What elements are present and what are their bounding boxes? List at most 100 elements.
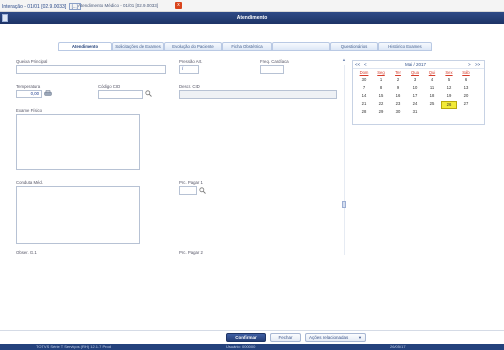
calendar-day[interactable]: 13 bbox=[458, 85, 474, 91]
tab-evolucao-paciente[interactable]: Evolução do Paciente bbox=[164, 42, 222, 51]
calendar-day[interactable]: 27 bbox=[458, 101, 474, 107]
calendar-day[interactable]: 21 bbox=[356, 101, 372, 107]
queixa-input[interactable] bbox=[16, 65, 166, 74]
calendar-day[interactable]: 16 bbox=[390, 93, 406, 99]
related-actions-dropdown[interactable]: Ações relacionadas ▼ bbox=[305, 333, 366, 342]
exame-textarea[interactable] bbox=[16, 114, 140, 170]
form-panel: Queixa Principal Pressão Art. / Freq. Ca… bbox=[14, 55, 338, 260]
calendar-day[interactable]: 23 bbox=[390, 101, 406, 107]
window-subtitle: Atendimento Médico - 01/01 [02.9.0033] bbox=[78, 3, 159, 8]
form-scrollbar[interactable]: ▲ bbox=[341, 55, 348, 260]
search-icon[interactable] bbox=[199, 187, 206, 196]
status-bar: TOTVS Série T Serviços (RH) 12.1.7 Prod … bbox=[0, 344, 504, 350]
calendar-day[interactable]: 8 bbox=[373, 85, 389, 91]
breadcrumb-text: Interação - 01/01 [02.9.0033] bbox=[2, 4, 67, 10]
calendar-day[interactable]: 31 bbox=[407, 109, 423, 115]
calendar-day[interactable]: 30 bbox=[356, 77, 372, 83]
calendar-day[interactable]: 1 bbox=[373, 77, 389, 83]
conduta-label: Conduta Méd. bbox=[16, 180, 43, 185]
close-icon[interactable]: x bbox=[175, 2, 182, 9]
cid-input[interactable] bbox=[98, 90, 143, 99]
calendar-header: << < Mai / 2017 > >> bbox=[353, 61, 484, 69]
calendar-weekday: Ter bbox=[395, 70, 401, 75]
calendar-day[interactable]: 9 bbox=[390, 85, 406, 91]
calendar-day[interactable]: 15 bbox=[373, 93, 389, 99]
queixa-label: Queixa Principal bbox=[16, 59, 48, 64]
footer-divider bbox=[0, 330, 504, 331]
close-button[interactable]: Fechar bbox=[270, 333, 301, 342]
calendar-weekday: Dom bbox=[359, 70, 369, 75]
status-user: Usuário: 000000 bbox=[226, 344, 256, 349]
temp-input[interactable]: 0,00 bbox=[16, 90, 42, 98]
desc-cid-input bbox=[179, 90, 337, 99]
tab-solicitacoes-exames[interactable]: Solicitações de Exames bbox=[112, 42, 164, 51]
calendar-day[interactable]: 20 bbox=[458, 93, 474, 99]
calendar-day[interactable]: 22 bbox=[373, 101, 389, 107]
tab-empty[interactable] bbox=[272, 42, 330, 51]
calendar-day[interactable]: 25 bbox=[424, 101, 440, 107]
calendar-day[interactable]: 3 bbox=[407, 77, 423, 83]
status-date: 26/05/17 bbox=[390, 344, 406, 349]
calendar-day[interactable]: 12 bbox=[441, 85, 457, 91]
pressao-label: Pressão Art. bbox=[179, 59, 203, 64]
conduta-textarea[interactable] bbox=[16, 186, 140, 244]
freq-label: Freq. Cardíaca bbox=[260, 59, 289, 64]
desc-cid-label: Descr. CID bbox=[179, 84, 200, 89]
calendar-day[interactable]: 11 bbox=[424, 85, 440, 91]
scrollbar-thumb[interactable] bbox=[342, 201, 346, 208]
calendar-day[interactable]: 6 bbox=[458, 77, 474, 83]
calendar-next-button[interactable]: > bbox=[468, 62, 471, 67]
calendar-day[interactable]: 18 bbox=[424, 93, 440, 99]
obs-label: Obser. G.1 bbox=[16, 250, 37, 255]
temp-value: 0,00 bbox=[30, 91, 39, 96]
confirm-button[interactable]: Confirmar bbox=[226, 333, 266, 342]
tab-ficha-obstetrica[interactable]: Ficha Obstétrica bbox=[222, 42, 272, 51]
exame-label: Exame Físico bbox=[16, 108, 43, 113]
temp-label: Temperatura bbox=[16, 84, 41, 89]
search-icon[interactable] bbox=[145, 90, 152, 99]
calendar-last-button[interactable]: >> bbox=[475, 62, 480, 67]
calendar-weekday: Sex bbox=[445, 70, 453, 75]
calendar-day[interactable]: 14 bbox=[356, 93, 372, 99]
calendar-weekday: Sáb bbox=[462, 70, 470, 75]
calendar-weekday: Qua bbox=[411, 70, 419, 75]
calendar-day[interactable]: 4 bbox=[424, 77, 440, 83]
title-bar: Atendimento bbox=[0, 12, 504, 24]
calendar-day[interactable]: 17 bbox=[407, 93, 423, 99]
tab-historico-exames[interactable]: Histórico Exames bbox=[378, 42, 432, 51]
calendar-day[interactable]: 26 bbox=[441, 101, 457, 109]
calendar-day[interactable]: 29 bbox=[373, 109, 389, 115]
tab-atendimento[interactable]: Atendimento bbox=[58, 42, 112, 51]
calendar-day[interactable]: 30 bbox=[390, 109, 406, 115]
calendar-day[interactable]: 2 bbox=[390, 77, 406, 83]
freq-input[interactable] bbox=[260, 65, 284, 74]
scrollbar-track[interactable] bbox=[344, 65, 345, 255]
cid-label: Código CID bbox=[98, 84, 121, 89]
calendar-day[interactable]: 5 bbox=[441, 77, 457, 83]
pressao-value: / bbox=[182, 66, 184, 71]
calendar-day[interactable]: 24 bbox=[407, 101, 423, 107]
pressao-input[interactable]: / bbox=[179, 65, 199, 74]
status-product: TOTVS Série T Serviços (RH) 12.1.7 Prod bbox=[36, 344, 111, 349]
chevron-up-icon[interactable]: ▲ bbox=[342, 57, 346, 62]
calendar-weekday: Qui bbox=[428, 70, 436, 75]
page-title: Atendimento bbox=[236, 15, 268, 21]
calendar-prev-button[interactable]: < bbox=[364, 62, 367, 67]
calendar-day[interactable]: 7 bbox=[356, 85, 372, 91]
calendar-weekday: Seg bbox=[377, 70, 385, 75]
tab-strip: Atendimento Solicitações de Exames Evolu… bbox=[58, 42, 432, 51]
tab-questionarios[interactable]: Questionários bbox=[330, 42, 378, 51]
calendar: << < Mai / 2017 > >> Dom Seg Ter Qua Qui Sex S… bbox=[352, 60, 485, 125]
chevron-down-icon: ▼ bbox=[358, 335, 362, 340]
proc2-label: Prc. Pagar 2 bbox=[179, 250, 203, 255]
top-bar: Interação - 01/01 [02.9.0033] [...] Aten… bbox=[0, 0, 504, 12]
proc-label: Prc. Pagar 1 bbox=[179, 180, 203, 185]
calendar-day[interactable]: 19 bbox=[441, 93, 457, 99]
breadcrumb: Interação - 01/01 [02.9.0033] [...] bbox=[2, 3, 81, 10]
scale-icon[interactable] bbox=[44, 90, 52, 98]
calendar-day[interactable]: 10 bbox=[407, 85, 423, 91]
calendar-first-button[interactable]: << bbox=[355, 62, 360, 67]
proc-input[interactable] bbox=[179, 186, 197, 195]
calendar-day[interactable]: 28 bbox=[356, 109, 372, 115]
calendar-month-year: Mai / 2017 bbox=[405, 62, 427, 67]
